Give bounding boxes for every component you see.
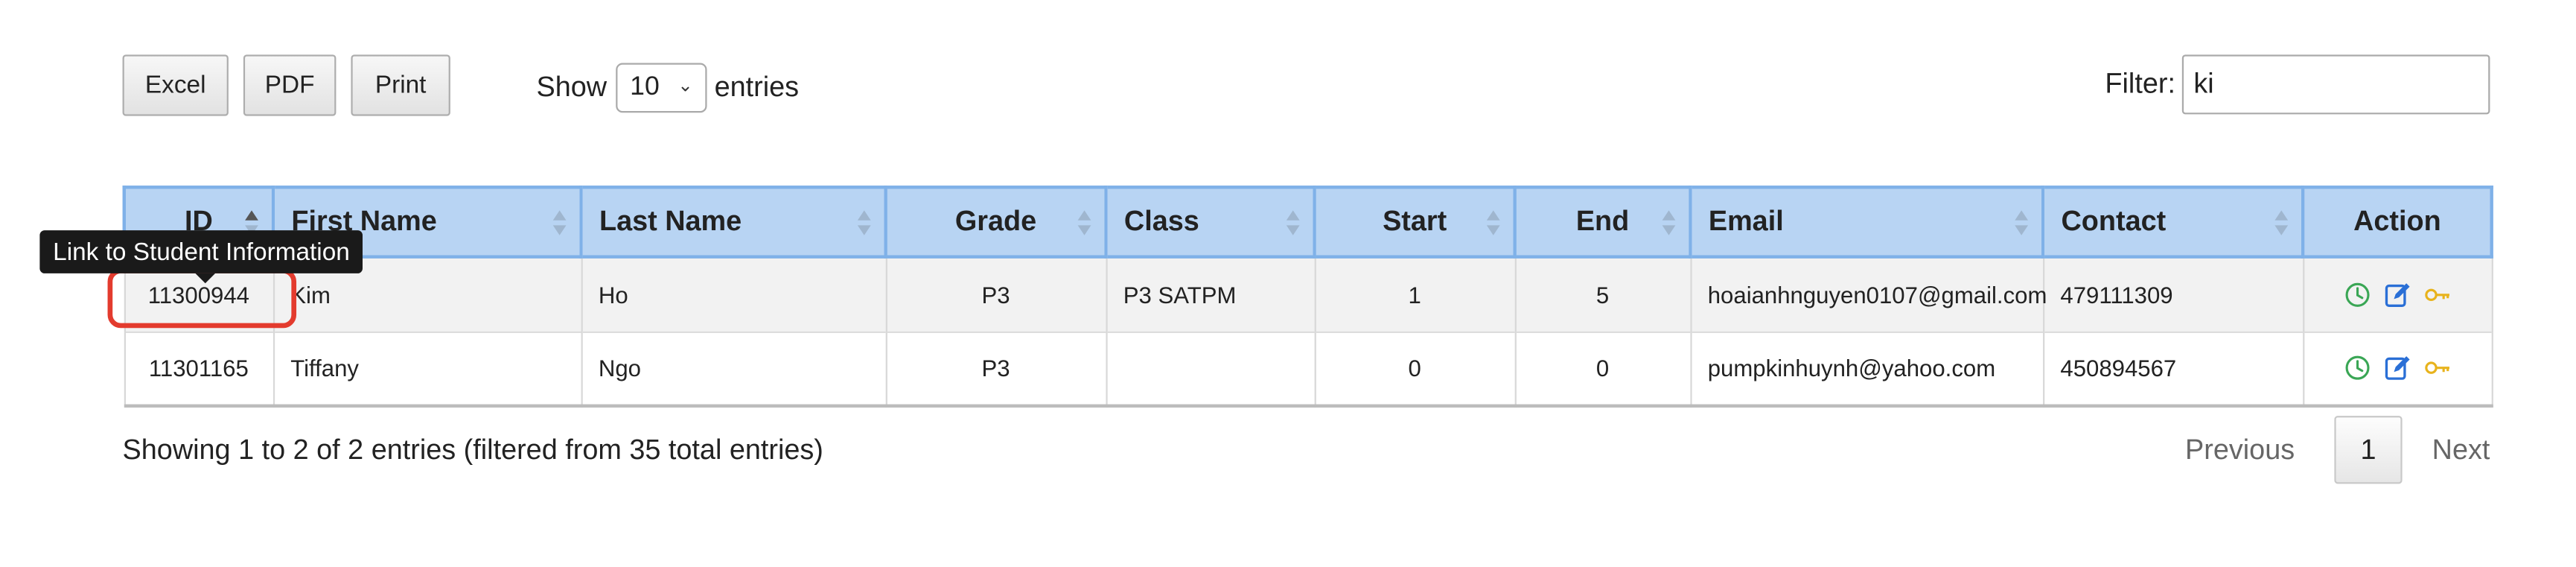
pagination: Previous 1 Next	[2185, 416, 2490, 484]
column-header-grade[interactable]: Grade	[884, 186, 1108, 259]
cell-grade: P3	[884, 330, 1107, 406]
previous-button[interactable]: Previous	[2185, 433, 2295, 466]
sort-icon	[1077, 210, 1091, 237]
table-info: Showing 1 to 2 of 2 entries (filtered fr…	[122, 434, 823, 466]
tooltip: Link to Student Information	[39, 230, 363, 284]
table-row: 11301165 Tiffany Ngo P3 0 0 pumpkinhuynh…	[123, 330, 2493, 406]
pdf-button[interactable]: PDF	[243, 54, 337, 116]
cell-action	[2302, 330, 2493, 406]
key-icon[interactable]	[2423, 281, 2450, 308]
table-header-row: ID First Name Last Name Grade Class Star…	[122, 186, 2493, 259]
tooltip-arrow	[195, 273, 216, 284]
edit-icon[interactable]	[2384, 355, 2411, 381]
tooltip-text: Link to Student Information	[53, 238, 350, 266]
column-header-email[interactable]: Email	[1689, 186, 2045, 259]
cell-id-link[interactable]: 11301165	[123, 330, 275, 406]
cell-start: 0	[1313, 330, 1516, 406]
page: Excel PDF Print Show 10 ⌄ entries Filter…	[0, 0, 2576, 567]
entries-label: entries	[714, 71, 800, 103]
column-header-contact[interactable]: Contact	[2041, 186, 2305, 259]
entries-select[interactable]: 10 ⌄	[615, 63, 707, 113]
cell-contact: 450894567	[2041, 330, 2304, 406]
sort-icon	[1486, 210, 1500, 237]
cell-start: 1	[1313, 256, 1516, 332]
edit-icon[interactable]	[2384, 281, 2411, 308]
entries-select-value: 10	[630, 72, 660, 101]
key-icon[interactable]	[2423, 355, 2450, 381]
cell-first-name: Tiffany	[272, 330, 582, 406]
column-header-start[interactable]: Start	[1313, 186, 1517, 259]
filter-input[interactable]: ki	[2181, 54, 2490, 115]
table-row: 11300944 Kim Ho P3 P3 SATPM 1 5 hoaianhn…	[123, 256, 2493, 332]
filter: Filter: ki	[2105, 54, 2490, 115]
clock-icon[interactable]	[2344, 355, 2371, 381]
cell-last-name: Ngo	[580, 330, 887, 406]
length-menu: Show 10 ⌄ entries	[536, 63, 799, 113]
cell-action	[2302, 256, 2493, 332]
sort-icon	[552, 210, 567, 237]
cell-end: 5	[1514, 256, 1692, 332]
cell-email: pumpkinhuynh@yahoo.com	[1689, 330, 2044, 406]
students-table: ID First Name Last Name Grade Class Star…	[122, 186, 2493, 408]
column-header-action: Action	[2301, 186, 2493, 259]
chevron-down-icon: ⌄	[678, 76, 693, 96]
show-label: Show	[536, 71, 608, 103]
cell-contact: 479111309	[2041, 256, 2304, 332]
sort-icon	[2274, 210, 2289, 237]
cell-last-name: Ho	[580, 256, 887, 332]
sort-icon	[1662, 210, 1676, 237]
sort-icon	[857, 210, 871, 237]
page-1-button[interactable]: 1	[2334, 416, 2403, 484]
sort-icon	[1286, 210, 1300, 237]
filter-label: Filter:	[2105, 68, 2175, 100]
cell-end: 0	[1514, 330, 1692, 406]
excel-button[interactable]: Excel	[122, 54, 229, 116]
column-header-end[interactable]: End	[1513, 186, 1692, 259]
next-button[interactable]: Next	[2432, 433, 2490, 466]
print-button[interactable]: Print	[351, 54, 450, 116]
cell-class: P3 SATPM	[1105, 256, 1316, 332]
cell-class	[1105, 330, 1316, 406]
clock-icon[interactable]	[2344, 281, 2371, 308]
column-header-last-name[interactable]: Last Name	[579, 186, 887, 259]
cell-email: hoaianhnguyen0107@gmail.com	[1689, 256, 2047, 332]
cell-grade: P3	[884, 256, 1107, 332]
column-header-class[interactable]: Class	[1104, 186, 1316, 259]
sort-icon	[2015, 210, 2029, 237]
